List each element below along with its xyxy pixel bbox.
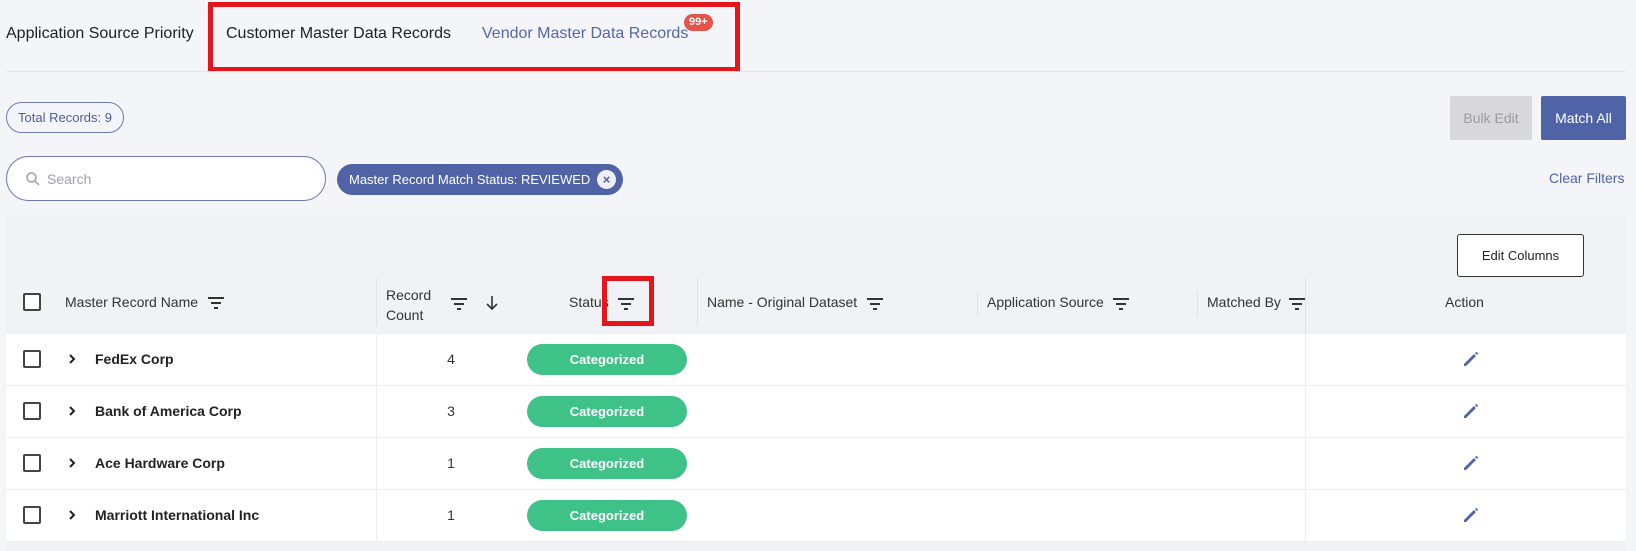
table-row[interactable]: FedEx Corp 4 Categorized bbox=[6, 334, 1626, 386]
table-row[interactable]: Ace Hardware Corp 1 Categorized bbox=[6, 438, 1626, 490]
filter-chip-label: Master Record Match Status: REVIEWED bbox=[349, 172, 591, 187]
search-input[interactable] bbox=[47, 157, 317, 200]
chevron-right-icon[interactable] bbox=[66, 454, 78, 472]
status-badge: Categorized bbox=[527, 396, 687, 427]
highlight-box-status-filter bbox=[602, 276, 654, 326]
column-header-name-original-dataset[interactable]: Name - Original Dataset bbox=[707, 294, 857, 310]
edit-pencil-icon[interactable] bbox=[1461, 453, 1481, 473]
edit-pencil-icon[interactable] bbox=[1461, 349, 1481, 369]
search-field[interactable] bbox=[6, 156, 326, 201]
bulk-edit-button[interactable]: Bulk Edit bbox=[1450, 96, 1532, 140]
table-row[interactable]: Marriott International Inc 1 Categorized bbox=[6, 490, 1626, 542]
column-divider bbox=[376, 278, 377, 326]
row-checkbox[interactable] bbox=[23, 402, 41, 420]
row-checkbox[interactable] bbox=[23, 454, 41, 472]
column-header-application-source[interactable]: Application Source bbox=[987, 294, 1104, 310]
status-badge: Categorized bbox=[527, 344, 687, 375]
chevron-right-icon[interactable] bbox=[66, 350, 78, 368]
filter-chip-match-status[interactable]: Master Record Match Status: REVIEWED × bbox=[337, 164, 623, 195]
filter-icon[interactable] bbox=[866, 297, 884, 311]
filter-icon[interactable] bbox=[1288, 297, 1306, 311]
row-checkbox[interactable] bbox=[23, 506, 41, 524]
chevron-right-icon[interactable] bbox=[66, 402, 78, 420]
tab-divider bbox=[6, 71, 1626, 72]
record-count: 3 bbox=[447, 403, 455, 419]
total-records-chip: Total Records: 9 bbox=[6, 102, 124, 133]
sort-down-icon[interactable] bbox=[485, 295, 499, 311]
column-header-action: Action bbox=[1445, 294, 1484, 310]
column-divider bbox=[697, 278, 698, 326]
highlight-box-tabs bbox=[208, 2, 740, 72]
master-record-name: Bank of America Corp bbox=[95, 403, 242, 419]
record-count: 4 bbox=[447, 351, 455, 367]
match-all-button[interactable]: Match All bbox=[1541, 96, 1626, 140]
select-all-checkbox[interactable] bbox=[23, 293, 41, 311]
status-badge: Categorized bbox=[527, 500, 687, 531]
column-divider bbox=[1197, 292, 1198, 316]
column-header-record-count[interactable]: Record Count bbox=[386, 285, 431, 325]
filter-icon[interactable] bbox=[207, 296, 225, 310]
chevron-right-icon[interactable] bbox=[66, 506, 78, 524]
search-icon bbox=[26, 172, 40, 186]
close-circle-icon[interactable]: × bbox=[597, 170, 616, 189]
table-row[interactable]: Bank of America Corp 3 Categorized bbox=[6, 386, 1626, 438]
master-record-name: FedEx Corp bbox=[95, 351, 174, 367]
edit-pencil-icon[interactable] bbox=[1461, 505, 1481, 525]
clear-filters-link[interactable]: Clear Filters bbox=[1549, 170, 1624, 186]
edit-pencil-icon[interactable] bbox=[1461, 401, 1481, 421]
column-header-matched-by[interactable]: Matched By bbox=[1207, 294, 1281, 310]
filter-icon[interactable] bbox=[1112, 297, 1130, 311]
column-header-master-record-name[interactable]: Master Record Name bbox=[65, 294, 198, 310]
status-badge: Categorized bbox=[527, 448, 687, 479]
master-record-name: Ace Hardware Corp bbox=[95, 455, 225, 471]
edit-columns-button[interactable]: Edit Columns bbox=[1457, 234, 1584, 277]
filter-icon[interactable] bbox=[450, 297, 468, 311]
tab-application-source-priority[interactable]: Application Source Priority bbox=[6, 24, 194, 44]
column-divider bbox=[977, 292, 978, 316]
record-count: 1 bbox=[447, 455, 455, 471]
record-count: 1 bbox=[447, 507, 455, 523]
master-record-name: Marriott International Inc bbox=[95, 507, 260, 523]
row-checkbox[interactable] bbox=[23, 350, 41, 368]
